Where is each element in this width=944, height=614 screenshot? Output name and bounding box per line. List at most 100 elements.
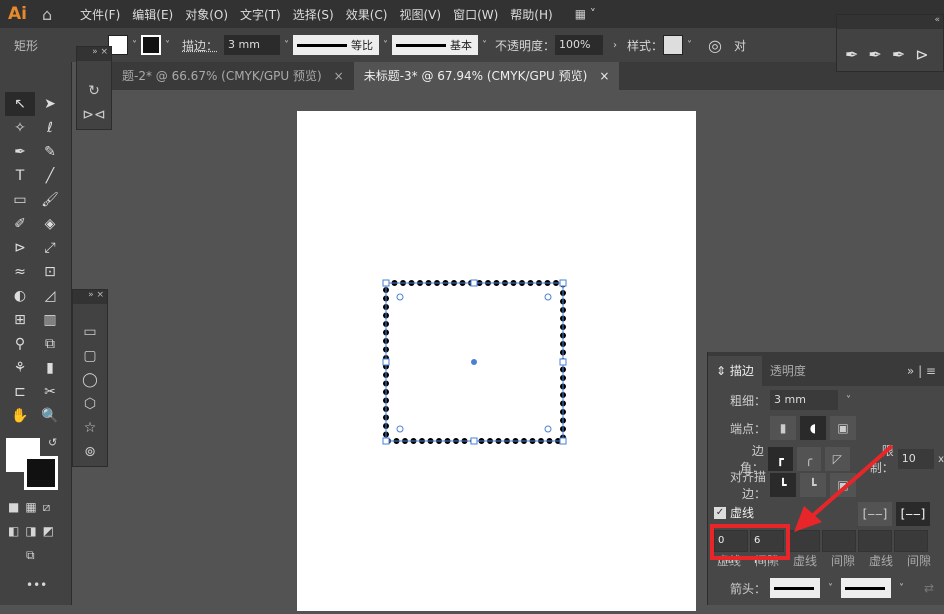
pen-tool-icon[interactable]: ✒ [5, 140, 35, 164]
stroke-color[interactable] [24, 456, 58, 490]
artboard-tool-icon[interactable]: ⊏ [5, 380, 35, 404]
menu-help[interactable]: 帮助(H) [510, 6, 552, 23]
align-label[interactable]: 对 [734, 37, 746, 54]
menu-effect[interactable]: 效果(C) [346, 6, 388, 23]
reflect-tool-icon[interactable]: ⊳⊲ [77, 103, 111, 127]
workspace-switcher-icon[interactable]: ▦ ˅ [575, 7, 596, 21]
dashed-checkbox[interactable]: ✓ [714, 506, 726, 519]
free-transform-tool-icon[interactable]: ⊡ [35, 260, 65, 284]
draw-mode-buttons[interactable]: ◧◨◩ [8, 524, 60, 538]
hand-tool-icon[interactable]: ✋ [5, 404, 35, 428]
chevron-down-icon[interactable]: ˅ [132, 40, 137, 51]
blend-tool-icon[interactable]: ⧉ [35, 332, 65, 356]
swap-arrowheads-icon[interactable]: ⇄ [924, 581, 934, 595]
menu-type[interactable]: 文字(T) [240, 6, 281, 23]
zoom-tool-icon[interactable]: 🔍 [35, 404, 65, 428]
stroke-weight-input[interactable]: 3 mm [224, 35, 281, 55]
chevron-down-icon[interactable]: ˅ [482, 40, 487, 51]
rectangle-tool-icon[interactable]: ▭ [5, 188, 35, 212]
start-arrowhead-select[interactable] [770, 578, 820, 598]
rectangle-tool-icon[interactable]: ▭ [73, 320, 107, 344]
gradient-tool-icon[interactable]: ▥ [35, 308, 65, 332]
add-anchor-point-tool-icon[interactable]: ✒ [868, 45, 881, 64]
brush-definition[interactable]: 基本 [392, 35, 479, 55]
curvature-tool-icon[interactable]: ✎ [35, 140, 65, 164]
perspective-grid-tool-icon[interactable]: ◿ [35, 284, 65, 308]
home-icon[interactable]: ⌂ [42, 5, 66, 24]
star-tool-icon[interactable]: ☆ [73, 416, 107, 440]
flare-tool-icon[interactable]: ⊚ [73, 440, 107, 464]
delete-anchor-point-tool-icon[interactable]: ✒ [892, 45, 905, 64]
symbol-sprayer-tool-icon[interactable]: ⚘ [5, 356, 35, 380]
tab-document-2[interactable]: 题-2* @ 66.67% (CMYK/GPU 预览) × [112, 62, 354, 90]
more-tools-icon[interactable]: ••• [26, 578, 47, 592]
shape-builder-tool-icon[interactable]: ◐ [5, 284, 35, 308]
line-tool-icon[interactable]: ╱ [35, 164, 65, 188]
rotate-tool-icon[interactable]: ↻ [77, 79, 111, 103]
style-swatch[interactable] [663, 35, 684, 55]
swap-fill-stroke-icon[interactable]: ↺ [48, 436, 57, 449]
chevron-down-icon[interactable]: ˅ [828, 583, 833, 594]
projecting-cap-button[interactable]: ▣ [830, 416, 856, 440]
opacity-input[interactable]: 100% [555, 35, 604, 55]
chevron-down-icon[interactable]: ˅ [899, 583, 904, 594]
rounded-rectangle-tool-icon[interactable]: ▢ [73, 344, 107, 368]
selected-dashed-rectangle[interactable] [297, 111, 696, 611]
color-mode-buttons[interactable]: ■▦⧄ [8, 500, 56, 515]
menu-edit[interactable]: 编辑(E) [132, 6, 173, 23]
recolor-icon[interactable]: ◎ [708, 36, 722, 55]
ellipse-tool-icon[interactable]: ◯ [73, 368, 107, 392]
variable-width-profile[interactable]: 等比 [293, 35, 380, 55]
panel-menu-icon[interactable]: » | ≡ [899, 364, 944, 386]
align-dash-corners-button[interactable]: [‒‒] [896, 502, 930, 526]
mesh-tool-icon[interactable]: ⊞ [5, 308, 35, 332]
selection-tool-icon[interactable]: ↖ [5, 92, 35, 116]
panel-header[interactable]: » × [77, 47, 111, 61]
chevron-down-icon[interactable]: ˅ [284, 40, 289, 51]
stroke-swatch[interactable] [141, 35, 161, 55]
round-cap-button[interactable]: ◖ [800, 416, 826, 440]
weight-input[interactable]: 3 mm [770, 390, 838, 410]
menu-file[interactable]: 文件(F) [80, 6, 120, 23]
chevron-down-icon[interactable]: ˅ [687, 40, 692, 51]
artboard[interactable] [297, 111, 696, 611]
anchor-point-tool-icon[interactable]: ⊳ [915, 45, 928, 64]
eraser-tool-icon[interactable]: ◈ [35, 212, 65, 236]
main-menu: 文件(F) 编辑(E) 对象(O) 文字(T) 选择(S) 效果(C) 视图(V… [80, 6, 553, 23]
magic-wand-tool-icon[interactable]: ✧ [5, 116, 35, 140]
reflect-tool-icon[interactable]: ⊳ [5, 236, 35, 260]
paintbrush-tool-icon[interactable]: 🖌 [35, 188, 65, 212]
chevron-down-icon[interactable]: ˅ [383, 40, 388, 51]
eyedropper-tool-icon[interactable]: ⚲ [5, 332, 35, 356]
menu-select[interactable]: 选择(S) [293, 6, 334, 23]
screen-mode-icon[interactable]: ⧉ [26, 548, 35, 563]
slice-tool-icon[interactable]: ✂ [35, 380, 65, 404]
panel-header[interactable]: « [837, 15, 943, 29]
direct-selection-tool-icon[interactable]: ➤ [35, 92, 65, 116]
close-icon[interactable]: × [334, 69, 344, 83]
menu-object[interactable]: 对象(O) [185, 6, 228, 23]
end-arrowhead-select[interactable] [841, 578, 891, 598]
shaper-tool-icon[interactable]: ✐ [5, 212, 35, 236]
menu-view[interactable]: 视图(V) [399, 6, 441, 23]
chevron-right-icon[interactable]: › [613, 40, 617, 51]
scale-tool-icon[interactable]: ⤢ [35, 236, 65, 260]
tab-stroke[interactable]: ⇕ 描边 [708, 356, 762, 386]
close-icon[interactable]: × [599, 69, 609, 83]
tab-document-3[interactable]: 未标题-3* @ 67.94% (CMYK/GPU 预览) × [353, 62, 620, 90]
chevron-down-icon[interactable]: ˅ [846, 395, 851, 406]
warp-tool-icon[interactable]: ≈ [5, 260, 35, 284]
tab-transparency[interactable]: 透明度 [762, 356, 814, 386]
opacity-label[interactable]: 不透明度： [495, 37, 555, 54]
stroke-label[interactable]: 描边： [182, 37, 218, 54]
panel-header[interactable]: » × [73, 290, 107, 304]
polygon-tool-icon[interactable]: ⬡ [73, 392, 107, 416]
chevron-down-icon[interactable]: ˅ [165, 40, 170, 51]
lasso-tool-icon[interactable]: ℓ [35, 116, 65, 140]
menu-window[interactable]: 窗口(W) [453, 6, 498, 23]
type-tool-icon[interactable]: T [5, 164, 35, 188]
limit-input[interactable]: 10 [897, 449, 935, 469]
column-graph-tool-icon[interactable]: ▮ [35, 356, 65, 380]
butt-cap-button[interactable]: ▮ [770, 416, 796, 440]
pen-tool-icon[interactable]: ✒ [845, 45, 858, 64]
